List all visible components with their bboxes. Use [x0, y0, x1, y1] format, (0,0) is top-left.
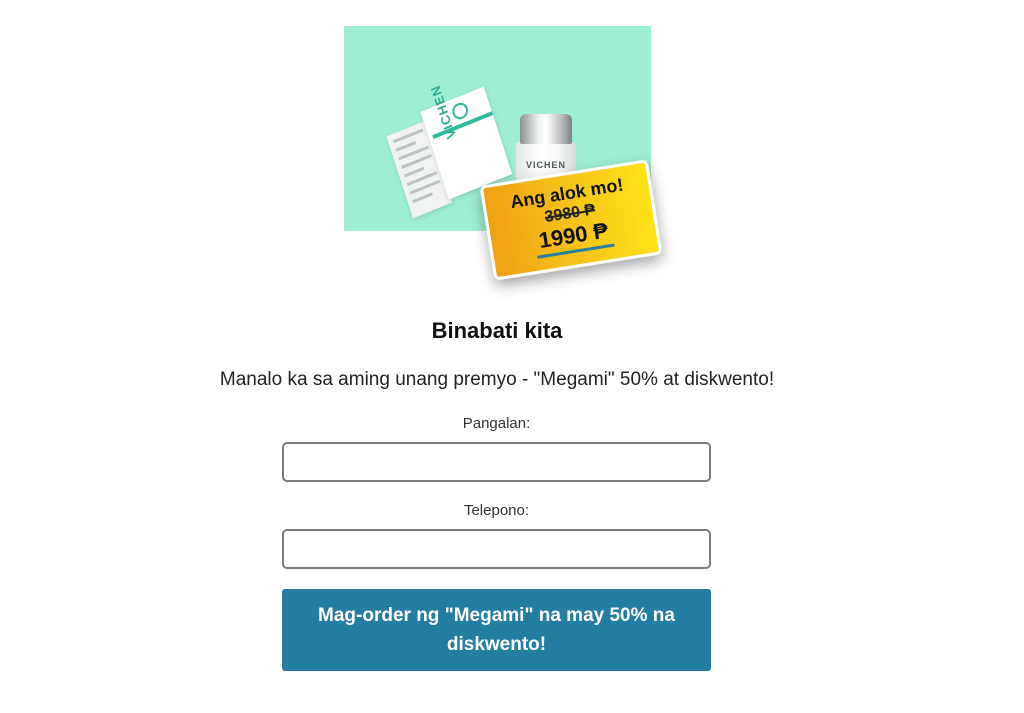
phone-label: Telepono: [463, 502, 530, 519]
product-box: VICHEN [382, 83, 513, 228]
order-button[interactable]: Mag-order ng "Megami" na may 50% na disk… [282, 589, 711, 671]
prize-message: Manalo ka sa aming unang premyo - "Megam… [219, 369, 775, 390]
product-jar-lid [520, 114, 572, 144]
phone-input[interactable] [282, 529, 711, 569]
product-jar-brand: VICHEN [525, 160, 566, 170]
name-input[interactable] [282, 442, 711, 482]
landing-page: VICHEN VICHEN Ang alok mo! 3980 ₱ 1990 ₱… [0, 0, 1024, 713]
page-title: Binabati kita [431, 318, 563, 343]
name-label: Pangalan: [462, 415, 531, 432]
